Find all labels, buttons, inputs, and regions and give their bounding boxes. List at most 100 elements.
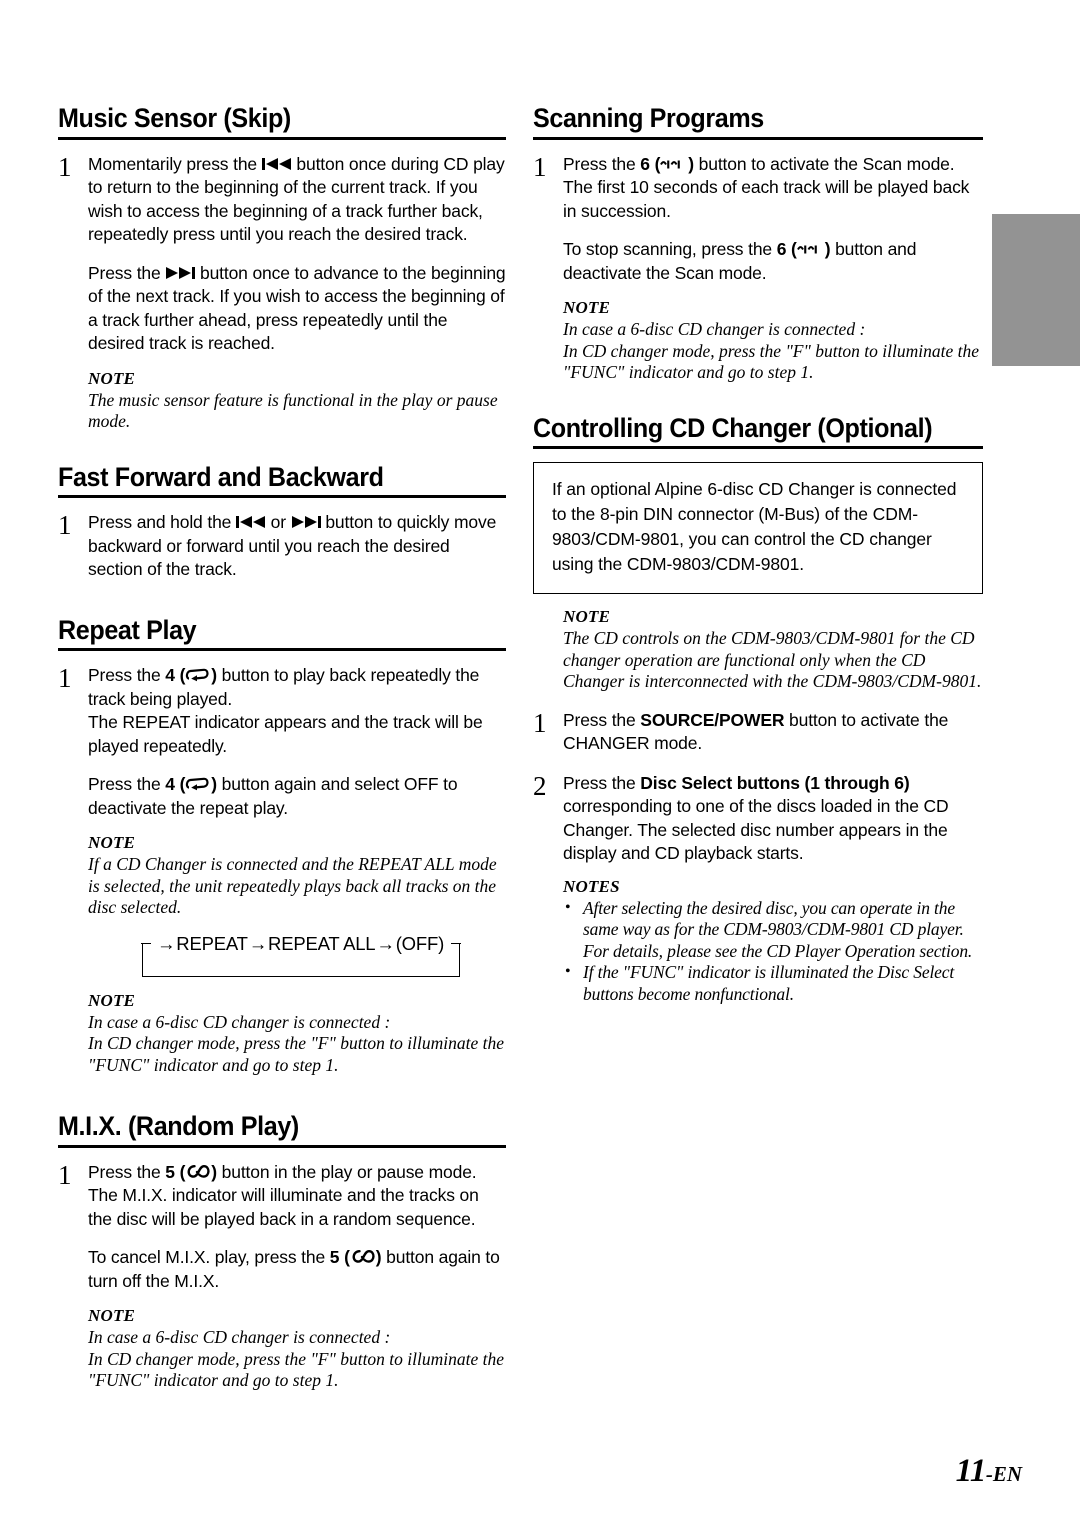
section-heading-music-sensor: Music Sensor (Skip) <box>58 103 291 133</box>
section-heading-controlling-cd-changer: Controlling CD Changer (Optional) <box>533 412 933 443</box>
step-text: Press the 5 () button in the play or pau… <box>88 1161 506 1294</box>
notes-line: After selecting the desired disc, you ca… <box>583 897 964 940</box>
step-paragraph: Press the button once to advance to the … <box>88 262 506 354</box>
source-power-button-label: SOURCE/POWER <box>640 709 785 730</box>
note-block: NOTE In case a 6-disc CD changer is conn… <box>58 1306 506 1392</box>
note-block: NOTE If a CD Changer is connected and th… <box>58 833 506 919</box>
step-number: 2 <box>533 770 547 801</box>
mix-shuffle-icon <box>350 1249 376 1264</box>
note-line: In case a 6-disc CD changer is connected… <box>88 1327 391 1348</box>
note-body: In case a 6-disc CD changer is connected… <box>88 1012 506 1077</box>
page-number-footer: 11-EN <box>956 1453 1022 1490</box>
note-line: The music sensor feature is functional i… <box>88 389 498 432</box>
section-repeat-play: Repeat Play 1 Press the 4 () button to p… <box>58 616 506 1077</box>
step-text: Press the Disc Select buttons (1 through… <box>563 772 983 1006</box>
step-paragraph: Press the 5 () button in the play or pau… <box>88 1161 477 1182</box>
note-line: If a CD Changer is connected and the REP… <box>88 854 497 918</box>
repeat-cycle-diagram: → REPEAT → REPEAT ALL → (OFF) <box>58 932 506 978</box>
note-line: In case a 6-disc CD changer is connected… <box>88 1011 391 1032</box>
note-title: NOTE <box>88 990 136 1010</box>
step: 1 Press and hold the or button to quickl… <box>58 511 506 582</box>
note-line: In case a 6-disc CD changer is connected… <box>563 319 866 340</box>
step-text: Press and hold the or button to quickly … <box>88 511 506 582</box>
step: 1 Press the 5 () button in the play or p… <box>58 1160 506 1294</box>
section-heading-scanning-programs: Scanning Programs <box>533 103 764 133</box>
step-paragraph: The REPEAT indicator appears and the tra… <box>88 712 483 756</box>
section-scanning-programs: Scanning Programs 1 Press the 6 () butto… <box>533 104 983 384</box>
step-number: 1 <box>533 707 547 738</box>
heading-rule <box>58 136 506 140</box>
skip-back-icon <box>235 515 266 529</box>
section-heading-mix-random-play: M.I.X. (Random Play) <box>58 1111 299 1142</box>
note-title: NOTE <box>88 1306 136 1326</box>
repeat-icon <box>185 667 211 682</box>
note-block: NOTE The music sensor feature is functio… <box>58 369 506 433</box>
note-line: The CD controls on the CDM-9803/CDM-9801… <box>563 628 982 692</box>
step-paragraph: Press the SOURCE/POWER button to activat… <box>563 709 983 756</box>
info-box-text: If an optional Alpine 6-disc CD Changer … <box>552 479 957 575</box>
note-body: The music sensor feature is functional i… <box>88 390 506 433</box>
disc-select-buttons-label: Disc Select buttons (1 through 6) <box>640 772 910 793</box>
step-text: Momentarily press the button once during… <box>88 153 506 356</box>
step-paragraph: Press the 6 () button to activate the Sc… <box>563 153 955 174</box>
step-paragraph: The first 10 seconds of each track will … <box>563 177 970 221</box>
section-heading-repeat-play: Repeat Play <box>58 614 197 645</box>
notes-line: For details, please see the CD Player Op… <box>583 940 973 961</box>
section-fast-forward-backward: Fast Forward and Backward 1 Press and ho… <box>58 461 506 582</box>
heading-rule <box>58 648 506 652</box>
step: 2 Press the Disc Select buttons (1 throu… <box>533 770 983 1006</box>
cycle-loop-frame <box>141 942 461 977</box>
step: 1 Press the 4 () button to play back rep… <box>58 664 506 820</box>
heading-rule <box>58 495 506 499</box>
step-paragraph: Press and hold the or button to quickly … <box>88 512 497 580</box>
note-title: NOTE <box>88 368 136 388</box>
scan-icon <box>796 243 825 256</box>
heading-rule <box>533 446 983 450</box>
step-number: 1 <box>533 151 547 182</box>
skip-forward-icon <box>291 515 321 529</box>
step-number: 1 <box>58 151 72 182</box>
note-block: NOTE The CD controls on the CDM-9803/CDM… <box>533 607 983 693</box>
manual-page: Music Sensor (Skip) 1 Momentarily press … <box>0 0 1080 1526</box>
section-heading-fast-forward-backward: Fast Forward and Backward <box>58 461 384 492</box>
repeat-icon <box>185 776 211 791</box>
note-title: NOTE <box>563 298 611 318</box>
page-number-suffix: -EN <box>985 1462 1022 1486</box>
note-body: If a CD Changer is connected and the REP… <box>88 854 506 919</box>
note-body: In case a 6-disc CD changer is connected… <box>563 319 983 384</box>
step-text: Press the SOURCE/POWER button to activat… <box>563 709 983 756</box>
notes-list: After selecting the desired disc, you ca… <box>563 897 983 1006</box>
step-paragraph: Press the 4 () button to play back repea… <box>88 665 480 709</box>
mix-shuffle-icon <box>185 1164 211 1179</box>
note-block: NOTE In case a 6-disc CD changer is conn… <box>58 991 506 1077</box>
step-text: Press the 6 () button to activate the Sc… <box>563 153 983 286</box>
step-number: 1 <box>58 510 72 541</box>
step-text-before: Press the <box>563 709 641 730</box>
step-paragraph: To cancel M.I.X. play, press the 5 () bu… <box>88 1247 500 1291</box>
note-title: NOTE <box>88 833 136 853</box>
skip-forward-icon <box>165 266 196 280</box>
step: 1 Press the SOURCE/POWER button to activ… <box>533 707 983 756</box>
step-paragraph: Momentarily press the button once during… <box>88 153 505 245</box>
notes-list-item: If the "FUNC" indicator is illuminated t… <box>563 961 983 1005</box>
step-paragraph: The M.I.X. indicator will illuminate and… <box>88 1185 479 1229</box>
scan-icon <box>660 158 688 171</box>
notes-title: NOTES <box>563 876 620 896</box>
heading-rule <box>533 136 983 140</box>
step: 1 Momentarily press the button once duri… <box>58 151 506 356</box>
page-number: 11 <box>955 1453 987 1489</box>
right-column: Scanning Programs 1 Press the 6 () butto… <box>520 0 1080 1392</box>
note-title: NOTE <box>563 607 611 627</box>
heading-rule <box>58 1144 506 1148</box>
note-line: In CD changer mode, press the "F" button… <box>88 1348 505 1391</box>
step-text-before: Press the <box>563 772 641 793</box>
note-body: In case a 6-disc CD changer is connected… <box>88 1327 506 1392</box>
notes-list-item: After selecting the desired disc, you ca… <box>563 897 983 963</box>
section-music-sensor: Music Sensor (Skip) 1 Momentarily press … <box>58 104 506 433</box>
info-box: If an optional Alpine 6-disc CD Changer … <box>533 462 983 595</box>
step-paragraph: To stop scanning, press the 6 () button … <box>563 239 917 283</box>
step-text: Press the 4 () button to play back repea… <box>88 664 506 820</box>
two-column-layout: Music Sensor (Skip) 1 Momentarily press … <box>0 0 1080 1392</box>
step-paragraph: Press the 4 () button again and select O… <box>88 774 458 818</box>
skip-back-icon <box>261 157 292 171</box>
